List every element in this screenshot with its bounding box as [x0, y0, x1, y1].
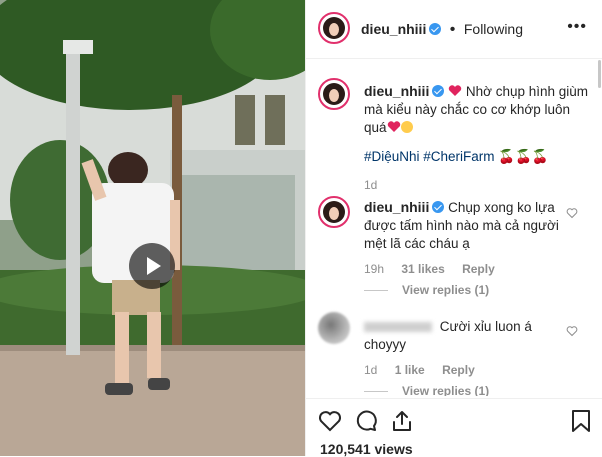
header-line: dieu_nhiii • Following — [361, 21, 523, 39]
more-horizontal-icon[interactable]: ••• — [567, 18, 587, 36]
caption-time[interactable]: 1d — [364, 178, 377, 192]
heart-emoji-icon — [448, 85, 462, 96]
caption-hashtags-line: #DiệuNhi #CheriFarm 🍒🍒🍒 — [364, 148, 549, 166]
comment-icon[interactable] — [354, 409, 378, 433]
smiling-emoji-icon — [400, 121, 413, 133]
reply-button[interactable]: Reply — [462, 262, 495, 276]
comment-text-block: dieu_nhiii Chụp xong ko lựa được tấm hìn… — [364, 198, 564, 253]
caption-text-block: dieu_nhiii Nhờ chụp hình giùm mà kiểu nà… — [364, 82, 589, 137]
verified-badge-icon — [432, 85, 445, 97]
video-frame — [0, 0, 305, 456]
like-heart-icon[interactable] — [318, 409, 342, 433]
cherry-emoji-icon: 🍒🍒🍒 — [498, 149, 549, 164]
header-username[interactable]: dieu_nhiii — [361, 21, 426, 37]
profile-avatar[interactable] — [318, 12, 350, 44]
comment-time[interactable]: 19h — [364, 262, 384, 276]
heart-emoji-icon — [387, 121, 400, 132]
reply-button[interactable]: Reply — [442, 363, 475, 377]
play-button[interactable] — [129, 243, 175, 289]
post-actions: 120,541 views — [306, 398, 602, 457]
share-icon[interactable] — [390, 409, 414, 433]
like-comment-heart-icon[interactable] — [566, 325, 578, 337]
save-bookmark-icon[interactable] — [570, 409, 592, 433]
comment-username[interactable] — [364, 322, 432, 333]
caption-username[interactable]: dieu_nhiii — [364, 83, 429, 99]
view-replies-button[interactable]: View replies (1) — [364, 283, 489, 297]
comment-likes[interactable]: 31 likes — [401, 262, 444, 276]
caption-avatar[interactable] — [318, 78, 350, 110]
comment-time[interactable]: 1d — [364, 363, 377, 377]
view-replies-button[interactable]: View replies (1) — [364, 384, 489, 396]
views-count[interactable]: 120,541 views — [320, 441, 413, 457]
view-replies-divider — [364, 391, 388, 393]
post-header: dieu_nhiii • Following ••• — [306, 0, 602, 59]
post-sidebar: dieu_nhiii • Following ••• dieu_nhiii Nh… — [305, 0, 602, 457]
view-replies-label: View replies (1) — [402, 384, 490, 396]
comment-meta: 19h 31 likes Reply — [364, 262, 509, 276]
separator-dot: • — [449, 21, 456, 38]
comment-avatar[interactable] — [318, 312, 350, 344]
comment-username[interactable]: dieu_nhiii — [364, 199, 429, 215]
post-video[interactable] — [0, 0, 305, 456]
caption-hashtags[interactable]: #DiệuNhi #CheriFarm — [364, 149, 495, 164]
comment-likes[interactable]: 1 like — [395, 363, 425, 377]
comments-scrollbar[interactable] — [598, 60, 601, 88]
verified-badge-icon — [429, 23, 442, 35]
following-button[interactable]: Following — [464, 21, 523, 37]
like-comment-heart-icon[interactable] — [566, 207, 578, 219]
comment-avatar[interactable] — [318, 196, 350, 228]
view-replies-label: View replies (1) — [402, 283, 490, 297]
view-replies-divider — [364, 290, 388, 292]
comment-text-block: Cười xỉu luon á choyyy — [364, 318, 564, 354]
verified-badge-icon — [432, 201, 445, 213]
comment-meta: 1d 1 like Reply — [364, 363, 489, 377]
